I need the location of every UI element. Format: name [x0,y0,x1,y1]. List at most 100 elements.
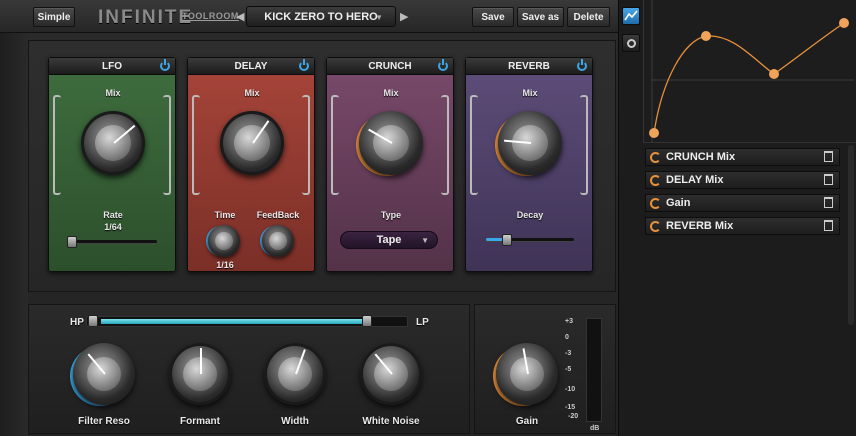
mod-list-item[interactable]: REVERB Mix [645,217,840,235]
meter-unit-label: dB [590,425,600,432]
reverb-title: REVERB [508,60,550,72]
save-button[interactable]: Save [472,7,514,27]
gain-label: Gain [515,416,539,427]
lfo-header: LFO [49,58,175,75]
filter-reso-label: Filter Reso [78,416,130,427]
mod-list-scrollbar[interactable] [848,145,854,325]
preset-selector[interactable]: KICK ZERO TO HERO ▼ [246,6,396,27]
width-knob[interactable] [264,343,326,405]
formant-knob[interactable] [169,343,231,405]
bracket-right [580,95,588,195]
reverb-power-icon[interactable] [577,59,587,71]
trash-icon[interactable] [824,151,833,162]
modulation-curve [653,22,845,134]
delay-time-value: 1/16 [216,260,234,270]
knob-cap [269,232,287,250]
envelope-view-icon[interactable] [622,7,640,25]
width-label: Width [281,416,309,427]
lp-thumb[interactable] [362,315,372,327]
lfo-rate-value: 1/64 [104,222,122,232]
lfo-title: LFO [102,60,122,72]
crunch-mix-knob[interactable] [359,111,423,175]
simple-mode-button[interactable]: Simple [33,7,75,27]
trash-icon[interactable] [824,174,833,185]
delay-mix-knob[interactable] [220,111,284,175]
app-logo: INFINITE [98,7,194,28]
trash-icon[interactable] [824,197,833,208]
hp-label: HP [70,317,84,328]
knob-cap [215,232,233,250]
white-noise-label: White Noise [362,416,420,427]
mod-list-item[interactable]: DELAY Mix [645,171,840,189]
meter-scale-label: -5 [565,366,572,373]
trash-icon[interactable] [824,220,833,231]
filter-range-fill [101,319,363,324]
bracket-right [441,95,449,195]
hp-thumb[interactable] [88,315,98,327]
gain-meter [586,318,602,422]
mod-amount-icon [650,151,661,163]
lfo-mix-knob[interactable] [81,111,145,175]
reverb-decay-slider[interactable] [486,238,574,241]
delay-header: DELAY [188,58,314,75]
reverb-decay-slider-thumb[interactable] [502,234,512,246]
next-preset-icon[interactable]: ▶ [400,10,408,23]
curve-point[interactable] [701,31,711,41]
meter-scale-label: 0 [565,334,569,341]
lfo-module: LFO Mix Rate 1/64 [48,57,176,272]
gain-knob[interactable] [496,343,558,405]
lfo-rate-slider[interactable] [67,240,157,243]
mod-item-label: Gain [666,197,691,209]
delay-power-icon[interactable] [299,59,309,71]
delete-button[interactable]: Delete [567,7,610,27]
prev-preset-icon[interactable]: ◀ [236,10,244,23]
curve-point[interactable] [839,18,849,28]
mod-list-item[interactable]: CRUNCH Mix [645,148,840,166]
bracket-left [192,95,200,195]
mod-item-label: DELAY Mix [666,174,724,186]
lp-label: LP [416,317,429,328]
crunch-header: CRUNCH [327,58,453,75]
bracket-right [302,95,310,195]
lfo-rate-slider-thumb[interactable] [67,236,77,248]
delay-time-knob[interactable] [208,225,240,257]
crunch-type-select[interactable]: Tape ▼ [340,231,438,249]
reverb-module: REVERB Mix Decay [465,57,593,272]
meter-scale-label: -15 [565,404,576,411]
bracket-left [53,95,61,195]
formant-label: Formant [180,416,220,427]
meter-scale-label: -3 [565,350,572,357]
reverb-decay-label: Decay [516,210,544,220]
crunch-type-label: Type [380,210,402,220]
curve-point[interactable] [649,128,659,138]
crunch-mix-label: Mix [383,88,399,98]
knob-indicator [200,347,202,374]
filter-range-slider[interactable] [86,316,408,327]
meter-scale-label: -10 [565,386,576,393]
modulation-curve-graph[interactable] [643,0,856,143]
filter-reso-knob[interactable] [73,343,135,405]
crunch-power-icon[interactable] [438,59,448,71]
meter-scale-label: -20 [568,413,579,420]
top-bar: Simple INFINITE TOOLROOM ◀ KICK ZERO TO … [0,0,618,33]
reverb-mix-knob[interactable] [498,111,562,175]
plugin-window: Simple INFINITE TOOLROOM ◀ KICK ZERO TO … [0,0,856,436]
mod-amount-icon [650,197,661,209]
mod-amount-icon [650,174,661,186]
curve-svg [649,0,854,143]
delay-feedback-knob[interactable] [262,225,294,257]
dial-icon [627,39,636,48]
crunch-title: CRUNCH [368,60,412,72]
mod-list-item[interactable]: Gain [645,194,840,212]
lfo-power-icon[interactable] [160,59,170,71]
bracket-left [331,95,339,195]
knob-view-icon[interactable] [622,34,640,52]
curve-point[interactable] [769,69,779,79]
chevron-down-icon: ▼ [421,236,429,245]
delay-title: DELAY [234,60,268,72]
save-as-button[interactable]: Save as [517,7,564,27]
white-noise-knob[interactable] [360,343,422,405]
delay-module: DELAY Mix Time FeedBack 1/16 [187,57,315,272]
mod-amount-icon [650,220,661,232]
brand-link[interactable]: TOOLROOM [182,11,239,21]
